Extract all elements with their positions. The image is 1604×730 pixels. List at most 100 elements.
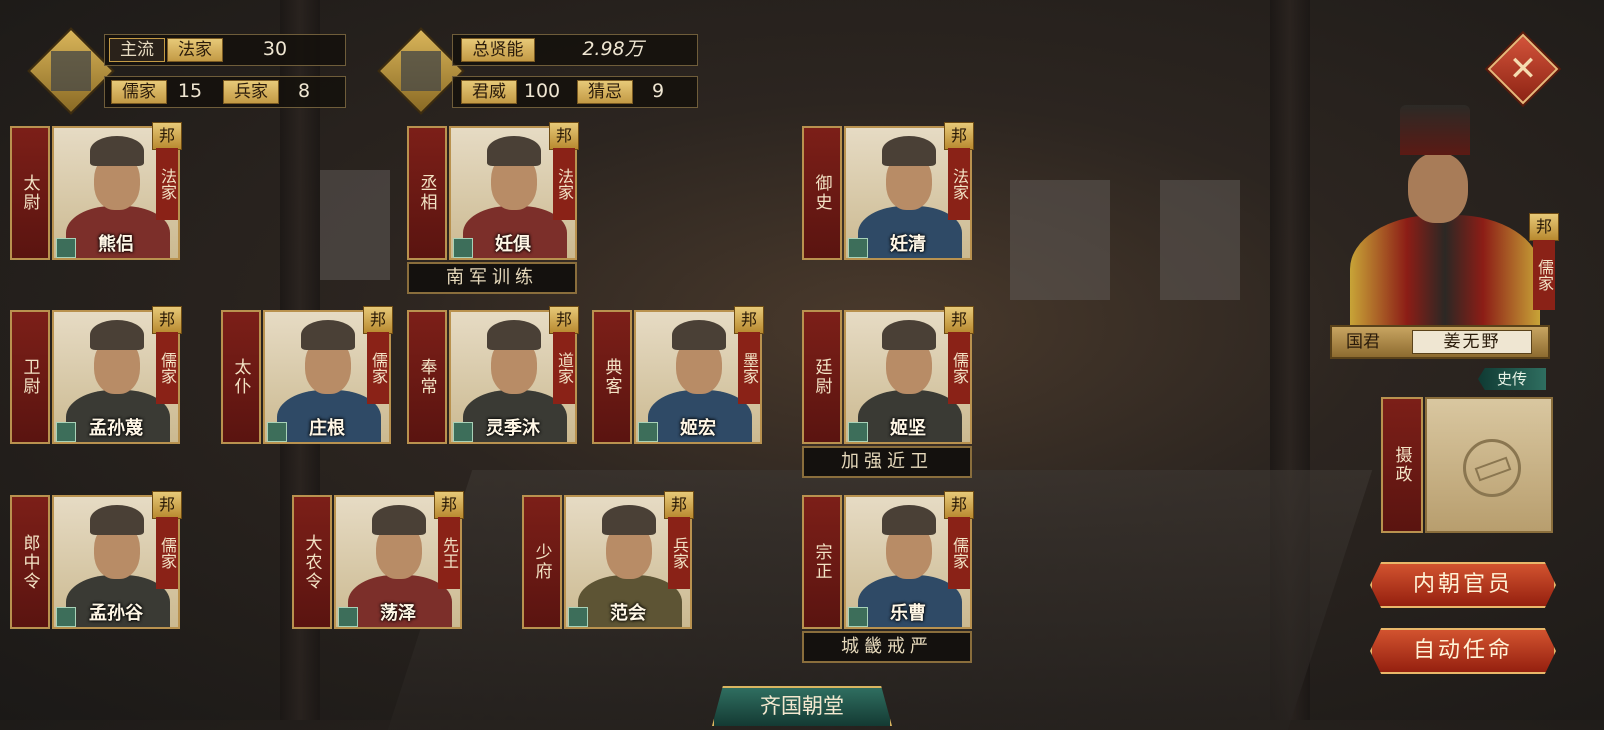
official-title: 宗正: [802, 495, 842, 629]
close-icon: ✕: [1508, 49, 1538, 89]
official-name: 熊侣: [98, 234, 134, 255]
official-title-text: 卫尉: [19, 358, 40, 396]
official-card[interactable]: 奉常 灵季沐 邦道家: [407, 306, 579, 444]
official-title-text: 廷尉: [811, 358, 832, 396]
state-badge: 邦: [944, 491, 974, 519]
state-badge: 邦: [549, 306, 579, 334]
official-name: 妊俱: [495, 234, 531, 255]
official-title-text: 少府: [531, 543, 552, 581]
authority-label: 君威: [461, 80, 517, 104]
official-card[interactable]: 郎中令孟孙谷 邦儒家: [10, 491, 182, 629]
official-card[interactable]: 廷尉 姬坚 邦儒家: [802, 306, 974, 444]
official-title-text: 丞相: [416, 174, 437, 212]
mainstream-label: 主流: [109, 38, 165, 62]
ruler-badge: 邦: [1529, 213, 1559, 241]
military-value: 8: [297, 80, 311, 102]
inner-court-button[interactable]: 内朝官员: [1370, 562, 1556, 608]
official-title: 御史: [802, 126, 842, 260]
policy-label[interactable]: 南军训练: [407, 262, 577, 294]
official-card[interactable]: 卫尉孟孙蔑 邦儒家: [10, 306, 182, 444]
mainstream-value: 30: [262, 38, 288, 60]
regent-title: 摄政: [1381, 397, 1423, 533]
official-title-text: 太尉: [19, 174, 40, 212]
official-title-text: 郎中令: [19, 533, 40, 591]
official-title-text: 宗正: [811, 543, 832, 581]
ruler-role: 国君: [1346, 332, 1380, 352]
school-badge: 墨家: [738, 332, 760, 404]
school-badge: 儒家: [948, 517, 970, 589]
authority-value: 100: [523, 80, 561, 102]
official-name: 孟孙蔑: [89, 418, 143, 439]
empty-slot-icon: [1463, 439, 1521, 497]
talent-label: 总贤能: [461, 38, 535, 62]
stats-row-talent: 总贤能 2.98万: [452, 34, 698, 66]
official-name: 乐曹: [890, 603, 926, 624]
official-name: 范会: [610, 603, 646, 624]
mainstream-school: 法家: [167, 38, 223, 62]
official-card[interactable]: 太仆庄根 邦儒家: [221, 306, 393, 444]
close-button[interactable]: ✕: [1487, 33, 1559, 105]
state-badge: 邦: [734, 306, 764, 334]
state-badge: 邦: [152, 491, 182, 519]
stats-row-schools: 儒家 15 兵家 8: [104, 76, 346, 108]
suspicion-label: 猜忌: [577, 80, 633, 104]
official-title-text: 大农令: [301, 533, 322, 591]
bg-window: [320, 170, 390, 280]
official-name: 灵季沐: [486, 418, 540, 439]
official-card[interactable]: 太尉熊侣 邦法家: [10, 122, 182, 260]
regent-slot[interactable]: [1425, 397, 1553, 533]
ruler-portrait[interactable]: [1340, 105, 1550, 335]
official-title: 郎中令: [10, 495, 50, 629]
auto-appoint-button[interactable]: 自动任命: [1370, 628, 1556, 674]
official-card[interactable]: 宗正乐曹 邦儒家: [802, 491, 974, 629]
school-badge: 法家: [156, 148, 178, 220]
bamboo-scroll-icon: [27, 27, 115, 115]
official-title-text: 御史: [811, 174, 832, 212]
official-title: 典客: [592, 310, 632, 444]
talent-value: 2.98万: [582, 38, 644, 60]
official-title-text: 太仆: [230, 358, 251, 396]
court-title: 齐国朝堂: [712, 686, 892, 726]
biography-button[interactable]: 史传: [1478, 368, 1546, 390]
official-card[interactable]: 丞相 妊俱 邦法家: [407, 122, 579, 260]
ruler-school: 儒家: [1533, 240, 1555, 310]
confucian-value: 15: [177, 80, 203, 102]
stats-row-authority: 君威 100 猜忌 9: [452, 76, 698, 108]
school-badge: 儒家: [156, 517, 178, 589]
official-title: 奉常: [407, 310, 447, 444]
school-badge: 法家: [553, 148, 575, 220]
school-badge: 儒家: [367, 332, 389, 404]
state-badge: 邦: [152, 122, 182, 150]
official-title-text: 奉常: [416, 358, 437, 396]
official-card[interactable]: 大农令 荡泽 邦先王: [292, 491, 464, 629]
state-badge: 邦: [363, 306, 393, 334]
official-title: 卫尉: [10, 310, 50, 444]
school-badge: 先王: [438, 517, 460, 589]
school-badge: 儒家: [948, 332, 970, 404]
policy-label[interactable]: 加强近卫: [802, 446, 972, 478]
stats-row-mainstream: 主流 法家 30: [104, 34, 346, 66]
official-name: 庄根: [309, 418, 345, 439]
confucian-label: 儒家: [111, 80, 167, 104]
official-name: 妊清: [890, 234, 926, 255]
official-card[interactable]: 御史 妊清 邦法家: [802, 122, 974, 260]
official-title: 太仆: [221, 310, 261, 444]
policy-label[interactable]: 城畿戒严: [802, 631, 972, 663]
state-badge: 邦: [152, 306, 182, 334]
regent-label: 摄政: [1391, 446, 1412, 484]
school-badge: 儒家: [156, 332, 178, 404]
official-title: 丞相: [407, 126, 447, 260]
bg-window: [1010, 180, 1110, 300]
ruler-nameplate: 国君 姜无野: [1330, 325, 1550, 359]
military-label: 兵家: [223, 80, 279, 104]
state-badge: 邦: [664, 491, 694, 519]
official-card[interactable]: 少府 范会 邦兵家: [522, 491, 694, 629]
official-name: 孟孙谷: [89, 603, 143, 624]
official-name: 姬坚: [890, 418, 926, 439]
suspicion-value: 9: [651, 80, 665, 102]
official-card[interactable]: 典客姬宏 邦墨家: [592, 306, 764, 444]
official-name: 姬宏: [680, 418, 716, 439]
official-title: 太尉: [10, 126, 50, 260]
bg-window: [1160, 180, 1240, 300]
official-title: 大农令: [292, 495, 332, 629]
